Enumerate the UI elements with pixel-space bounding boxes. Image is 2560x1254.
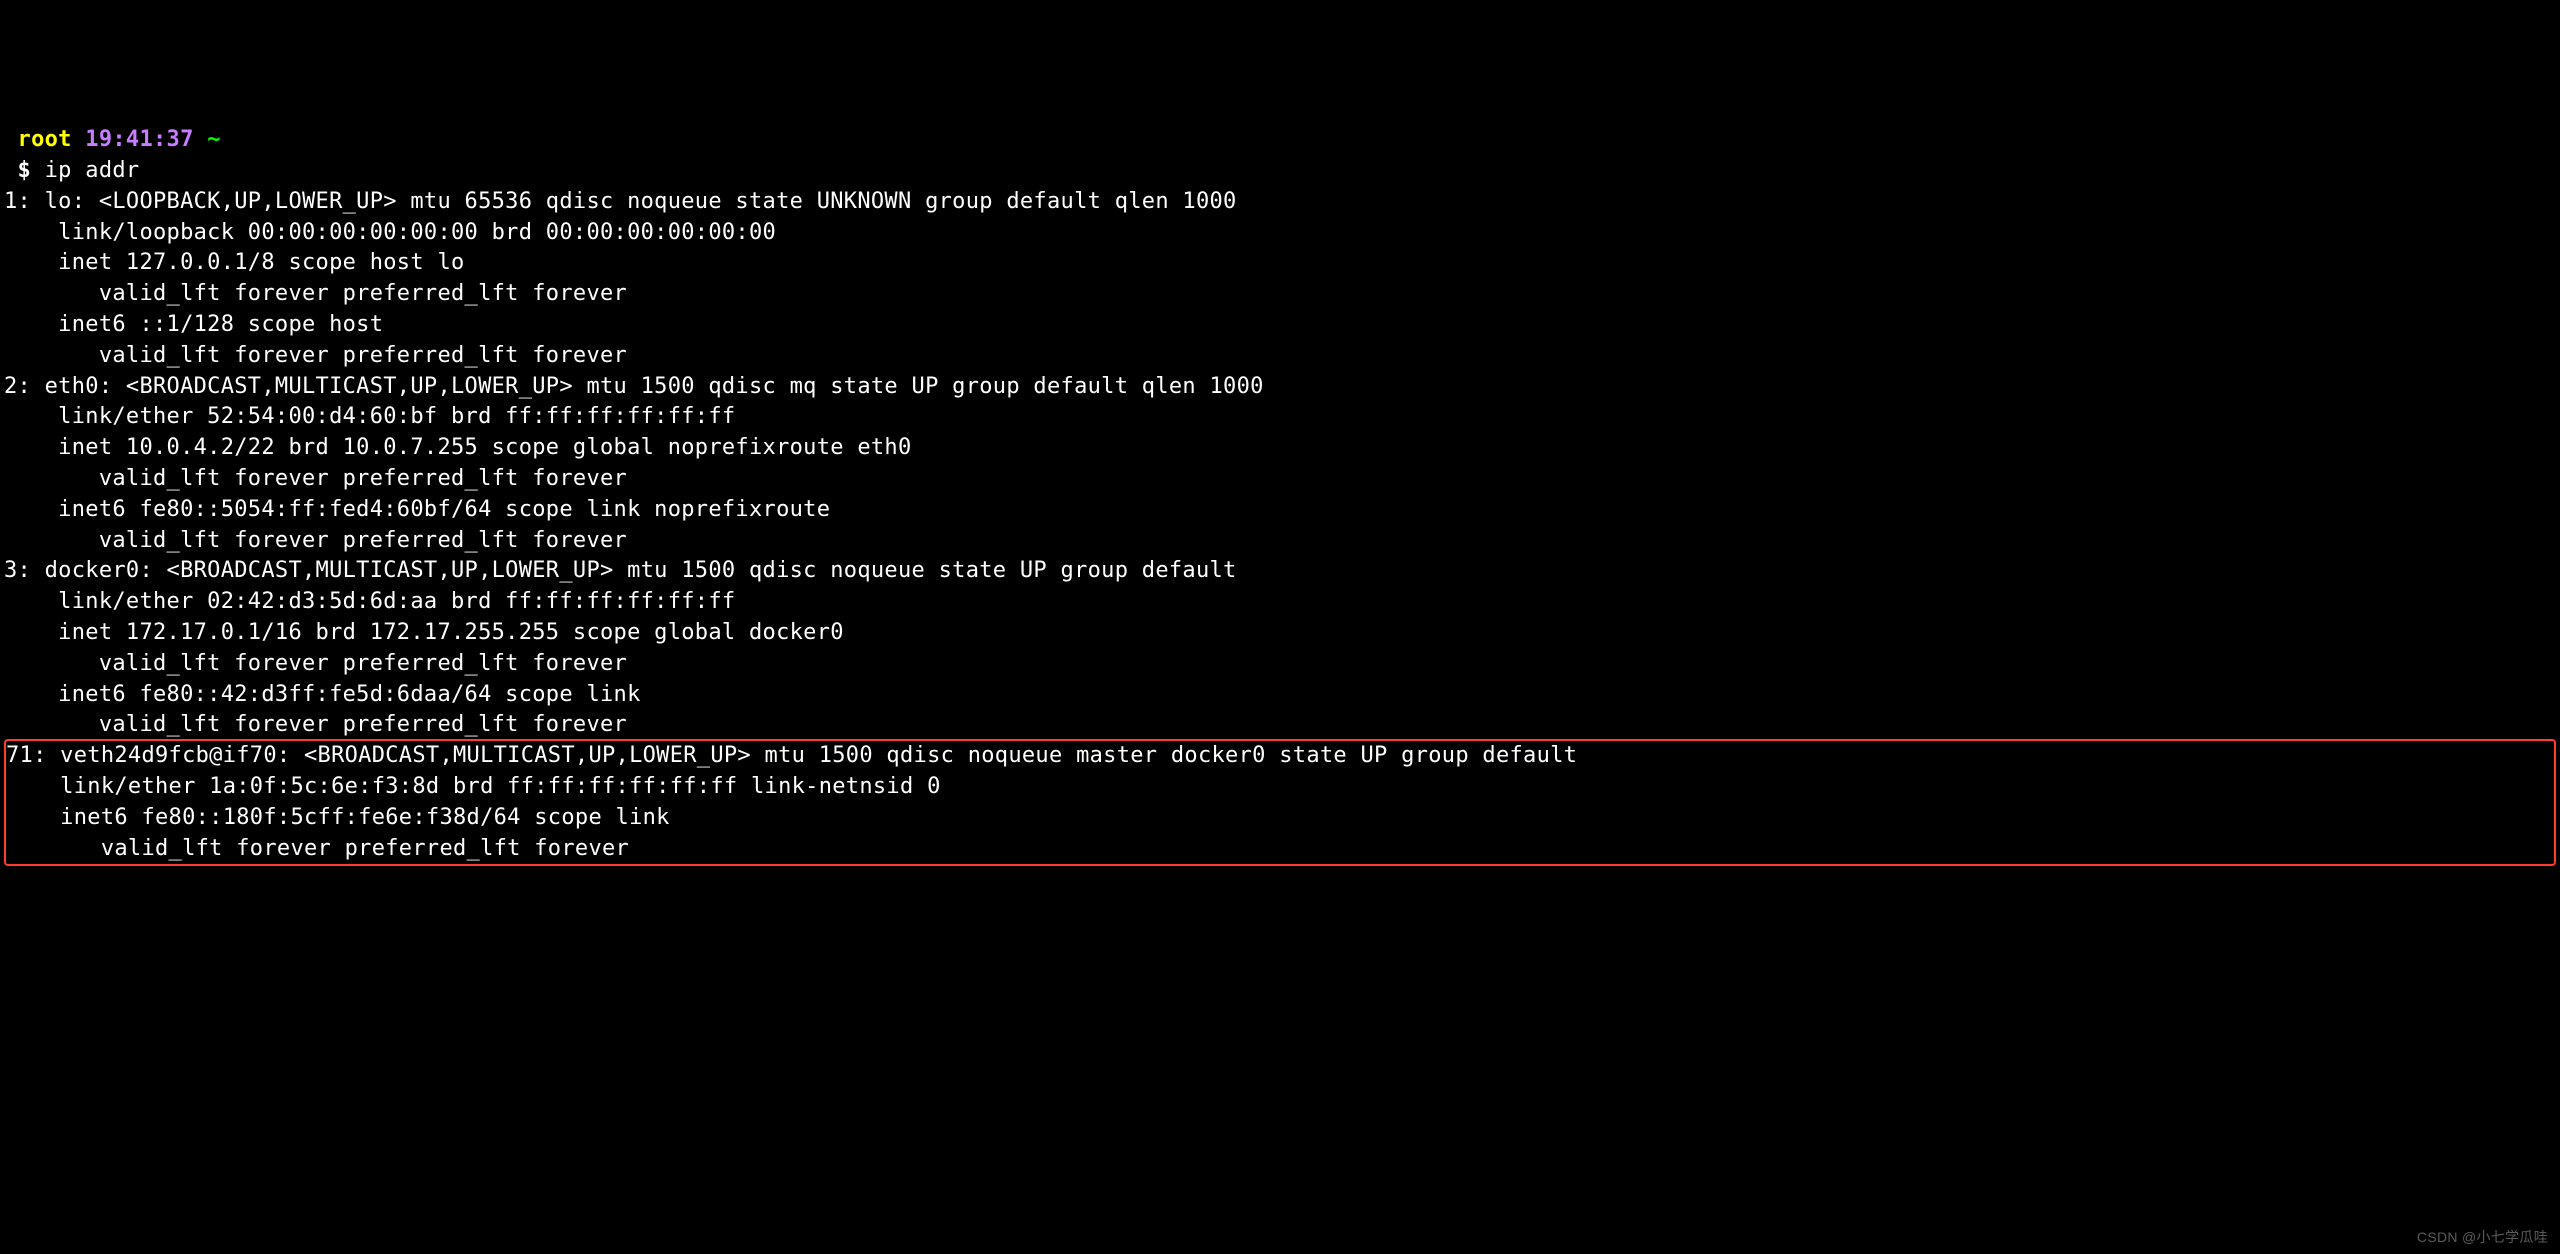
prompt-symbol: $ — [4, 158, 31, 183]
output-line: valid_lft forever preferred_lft forever — [4, 343, 627, 368]
highlighted-interface-veth: 71: veth24d9fcb@if70: <BROADCAST,MULTICA… — [4, 739, 2556, 866]
output-line: valid_lft forever preferred_lft forever — [4, 712, 627, 737]
output-line: 71: veth24d9fcb@if70: <BROADCAST,MULTICA… — [6, 743, 1591, 768]
output-line: 3: docker0: <BROADCAST,MULTICAST,UP,LOWE… — [4, 558, 1250, 583]
prompt-time: 19:41:37 — [85, 127, 193, 152]
output-line: 2: eth0: <BROADCAST,MULTICAST,UP,LOWER_U… — [4, 374, 1264, 399]
prompt-path: ~ — [207, 127, 221, 152]
output-line: link/ether 1a:0f:5c:6e:f3:8d brd ff:ff:f… — [6, 774, 941, 799]
output-line: valid_lft forever preferred_lft forever — [4, 281, 627, 306]
output-line: inet 10.0.4.2/22 brd 10.0.7.255 scope gl… — [4, 435, 912, 460]
watermark-text: CSDN @小七学瓜哇 — [2417, 1228, 2548, 1248]
output-line: inet6 ::1/128 scope host — [4, 312, 397, 337]
command-input[interactable]: ip addr — [31, 158, 139, 183]
output-line: link/ether 52:54:00:d4:60:bf brd ff:ff:f… — [4, 404, 735, 429]
output-line: inet 172.17.0.1/16 brd 172.17.255.255 sc… — [4, 620, 844, 645]
output-line: link/ether 02:42:d3:5d:6d:aa brd ff:ff:f… — [4, 589, 735, 614]
output-line: valid_lft forever preferred_lft forever — [6, 836, 629, 861]
output-line: valid_lft forever preferred_lft forever — [4, 466, 627, 491]
output-line: link/loopback 00:00:00:00:00:00 brd 00:0… — [4, 220, 776, 245]
output-line: inet6 fe80::42:d3ff:fe5d:6daa/64 scope l… — [4, 682, 654, 707]
output-line: inet6 fe80::180f:5cff:fe6e:f38d/64 scope… — [6, 805, 683, 830]
output-line: valid_lft forever preferred_lft forever — [4, 651, 627, 676]
output-line: 1: lo: <LOOPBACK,UP,LOWER_UP> mtu 65536 … — [4, 189, 1237, 214]
output-line: inet 127.0.0.1/8 scope host lo — [4, 250, 465, 275]
output-line: inet6 fe80::5054:ff:fed4:60bf/64 scope l… — [4, 497, 844, 522]
prompt-user: root — [4, 127, 72, 152]
output-line: valid_lft forever preferred_lft forever — [4, 528, 627, 553]
terminal-window[interactable]: root 19:41:37 ~ $ ip addr 1: lo: <LOOPBA… — [4, 125, 2556, 866]
